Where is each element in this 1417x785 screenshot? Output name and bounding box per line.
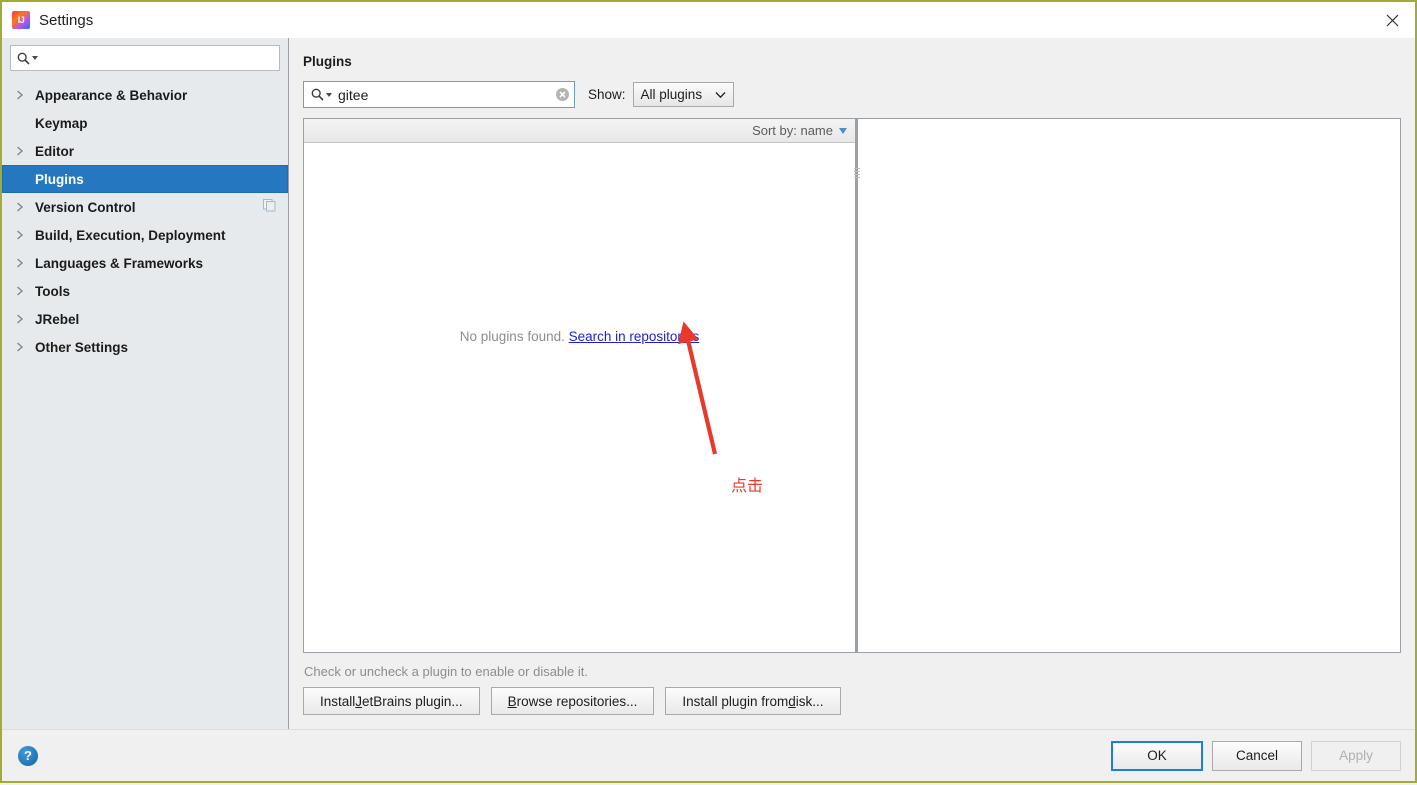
chevron-right-icon[interactable]	[16, 286, 30, 296]
sidebar-item-plugins[interactable]: Plugins	[2, 165, 288, 193]
install-jetbrains-plugin-button[interactable]: Install JetBrains plugin...	[303, 687, 480, 715]
plugin-action-buttons: Install JetBrains plugin... Browse repos…	[303, 687, 1401, 729]
title-bar: Settings	[2, 2, 1415, 38]
plugin-list-pane: Sort by: name No plugins found. Search i…	[303, 118, 856, 653]
annotation-label: 点击	[731, 472, 763, 496]
button-suffix: etBrains plugin...	[362, 694, 463, 709]
plugin-search-field[interactable]	[303, 81, 575, 108]
sidebar-search-input[interactable]	[38, 51, 279, 66]
sidebar-item-label: Version Control	[35, 200, 136, 215]
dialog-body: Appearance & Behavior Keymap Editor Plug…	[2, 38, 1415, 729]
chevron-right-icon[interactable]	[16, 314, 30, 324]
sidebar-item-label: Tools	[35, 284, 70, 299]
browse-repositories-button[interactable]: Browse repositories...	[491, 687, 655, 715]
sidebar-item-label: Appearance & Behavior	[35, 88, 187, 103]
intellij-idea-icon	[12, 11, 30, 29]
plugins-panel: Plugins	[289, 38, 1415, 729]
plugin-search-input[interactable]	[332, 87, 555, 103]
sidebar-item-editor[interactable]: Editor	[2, 137, 288, 165]
copy-icon[interactable]	[263, 199, 276, 215]
sidebar-item-appearance-behavior[interactable]: Appearance & Behavior	[2, 81, 288, 109]
no-plugins-found-text: No plugins found.	[460, 329, 565, 344]
sidebar-item-version-control[interactable]: Version Control	[2, 193, 288, 221]
sidebar-item-label: Other Settings	[35, 340, 128, 355]
plugin-list-body[interactable]: No plugins found. Search in repositories	[304, 143, 855, 652]
sidebar-item-tools[interactable]: Tools	[2, 277, 288, 305]
sidebar-item-label: Editor	[35, 144, 74, 159]
show-filter-value: All plugins	[641, 87, 703, 102]
apply-button: Apply	[1311, 741, 1401, 771]
chevron-right-icon[interactable]	[16, 258, 30, 268]
plugin-detail-pane	[858, 118, 1401, 653]
help-label: ?	[24, 748, 32, 763]
sidebar-item-label: Build, Execution, Deployment	[35, 228, 226, 243]
sidebar-item-other-settings[interactable]: Other Settings	[2, 333, 288, 361]
clear-circle-icon[interactable]	[555, 87, 570, 102]
settings-dialog: Settings	[0, 0, 1417, 783]
button-mnemonic: J	[355, 694, 362, 709]
settings-sidebar: Appearance & Behavior Keymap Editor Plug…	[2, 38, 289, 729]
help-icon[interactable]: ?	[18, 746, 38, 766]
window-title: Settings	[39, 12, 93, 29]
chevron-right-icon[interactable]	[16, 342, 30, 352]
empty-state-message: No plugins found. Search in repositories	[304, 329, 855, 344]
button-mnemonic: B	[508, 694, 517, 709]
search-in-repositories-link[interactable]: Search in repositories	[569, 329, 700, 344]
ok-button-label: OK	[1147, 748, 1167, 763]
sidebar-item-label: Languages & Frameworks	[35, 256, 203, 271]
chevron-right-icon[interactable]	[16, 202, 30, 212]
plugins-split-panes: Sort by: name No plugins found. Search i…	[303, 118, 1401, 653]
button-prefix: Install plugin from	[682, 694, 788, 709]
triangle-down-icon	[839, 128, 847, 134]
sidebar-item-build-execution-deployment[interactable]: Build, Execution, Deployment	[2, 221, 288, 249]
apply-button-label: Apply	[1339, 748, 1373, 763]
close-icon[interactable]	[1369, 2, 1415, 38]
sort-by-label: Sort by: name	[752, 123, 833, 138]
search-icon	[311, 88, 324, 101]
sidebar-search-field[interactable]	[10, 45, 280, 71]
plugin-search-row: Show: All plugins	[303, 81, 1401, 108]
ok-button[interactable]: OK	[1111, 741, 1203, 771]
sidebar-item-label: Plugins	[35, 172, 84, 187]
sidebar-item-label: Keymap	[35, 116, 88, 131]
cancel-button[interactable]: Cancel	[1212, 741, 1302, 771]
sidebar-item-jrebel[interactable]: JRebel	[2, 305, 288, 333]
dialog-footer-buttons: OK Cancel Apply	[1111, 741, 1401, 771]
search-icon	[17, 52, 30, 65]
button-suffix: rowse repositories...	[517, 694, 638, 709]
plugin-list-header: Sort by: name	[304, 119, 855, 143]
chevron-right-icon[interactable]	[16, 90, 30, 100]
button-mnemonic: d	[788, 694, 796, 709]
cancel-button-label: Cancel	[1236, 748, 1278, 763]
sidebar-item-keymap[interactable]: Keymap	[2, 109, 288, 137]
sidebar-item-languages-frameworks[interactable]: Languages & Frameworks	[2, 249, 288, 277]
page-title: Plugins	[303, 54, 1401, 69]
button-suffix: isk...	[796, 694, 824, 709]
chevron-down-icon	[715, 87, 726, 102]
dialog-footer: ? OK Cancel Apply	[2, 729, 1415, 781]
show-filter-dropdown[interactable]: All plugins	[633, 82, 734, 107]
sidebar-item-label: JRebel	[35, 312, 79, 327]
chevron-right-icon[interactable]	[16, 146, 30, 156]
install-plugin-from-disk-button[interactable]: Install plugin from disk...	[665, 687, 840, 715]
sort-by-dropdown[interactable]: Sort by: name	[752, 123, 847, 138]
chevron-right-icon[interactable]	[16, 230, 30, 240]
pane-splitter[interactable]	[856, 118, 858, 653]
plugin-hint-text: Check or uncheck a plugin to enable or d…	[304, 664, 1401, 679]
button-prefix: Install	[320, 694, 355, 709]
show-label: Show:	[588, 87, 626, 102]
